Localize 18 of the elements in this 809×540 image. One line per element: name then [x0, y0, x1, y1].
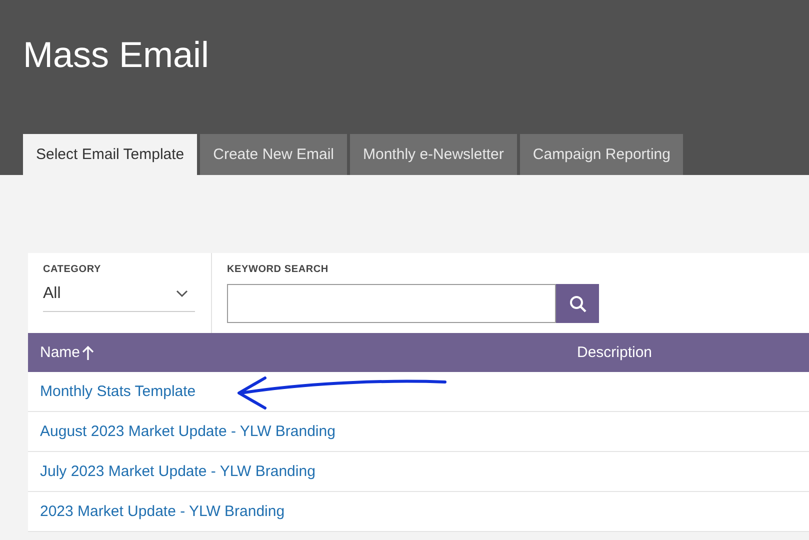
- category-label: CATEGORY: [43, 264, 102, 275]
- page-title: Mass Email: [23, 34, 210, 76]
- template-link[interactable]: 2023 Market Update - YLW Branding: [40, 503, 285, 520]
- column-header[interactable]: Description: [577, 344, 652, 361]
- chevron-down-icon: [176, 290, 188, 298]
- keyword-search-label: KEYWORD SEARCH: [227, 264, 330, 275]
- tab[interactable]: Campaign Reporting: [520, 134, 684, 175]
- template-link[interactable]: July 2023 Market Update - YLW Branding: [40, 463, 316, 480]
- template-link[interactable]: August 2023 Market Update - YLW Branding: [40, 423, 336, 440]
- category-select[interactable]: All: [43, 285, 195, 312]
- keyword-search-field[interactable]: [227, 284, 556, 323]
- tab[interactable]: Monthly e-Newsletter: [350, 134, 517, 175]
- search-icon: [568, 294, 586, 312]
- column-header[interactable]: Name: [28, 344, 577, 361]
- tab[interactable]: Create New Email: [200, 134, 347, 175]
- template-link[interactable]: Monthly Stats Template: [40, 383, 196, 400]
- search-button[interactable]: [556, 284, 599, 323]
- tab[interactable]: Select Email Template: [23, 134, 198, 175]
